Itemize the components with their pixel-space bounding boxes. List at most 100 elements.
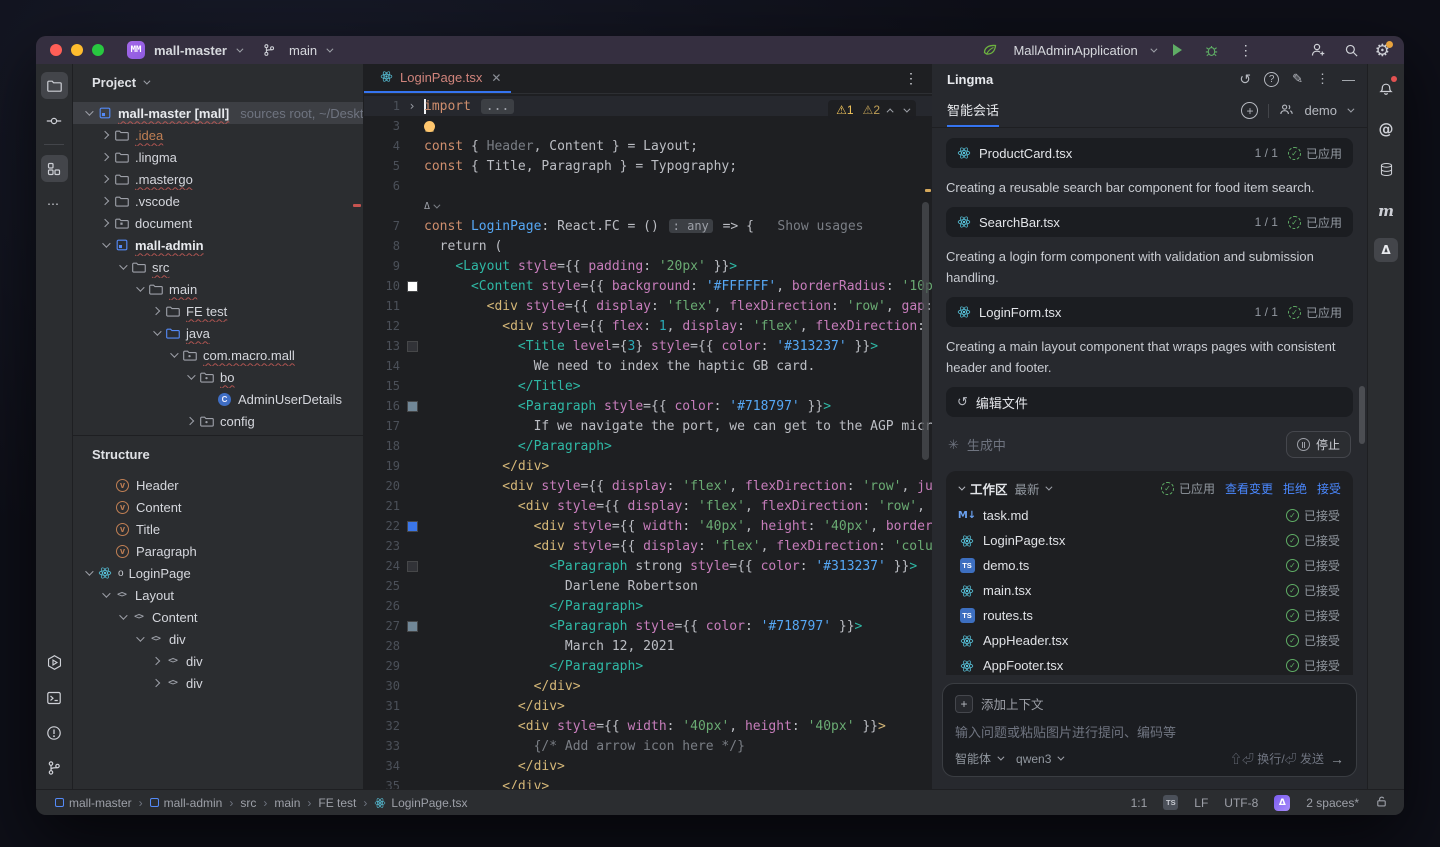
project-tool-icon[interactable] — [41, 72, 68, 99]
chevron-down-icon[interactable] — [85, 567, 93, 575]
code-line-25[interactable]: 25 Darlene Robertson — [364, 576, 932, 596]
search-icon[interactable] — [1341, 39, 1363, 61]
tree-item-div[interactable]: <>div — [73, 628, 363, 650]
debug-button[interactable] — [1201, 39, 1223, 61]
indent-setting[interactable]: 2 spaces* — [1306, 796, 1359, 810]
user-name[interactable]: demo — [1304, 103, 1337, 118]
tree-item-mall-master-mall[interactable]: mall-master [mall]sources root, ~/Deskto… — [73, 102, 363, 124]
chevron-down-icon[interactable] — [119, 261, 127, 269]
maximize-window-button[interactable] — [92, 44, 104, 56]
code-line-11[interactable]: 11 <div style={{ display: 'flex', flexDi… — [364, 296, 932, 316]
code-line-32[interactable]: 32 <div style={{ width: '40px', height: … — [364, 716, 932, 736]
notifications-bell-icon[interactable] — [1373, 74, 1400, 101]
code-line-6[interactable]: 6 — [364, 176, 932, 196]
chat-scrollbar-thumb[interactable] — [1359, 386, 1365, 444]
tree-item-config[interactable]: config — [73, 410, 363, 432]
lock-icon[interactable] — [1375, 795, 1388, 811]
project-view-chevron-icon[interactable] — [143, 77, 150, 84]
chevron-right-icon[interactable] — [101, 131, 109, 139]
services-tool-icon[interactable] — [41, 649, 68, 676]
color-swatch[interactable] — [408, 402, 417, 411]
structure-tool-icon[interactable] — [41, 155, 68, 182]
file-card-productcard-tsx[interactable]: ProductCard.tsx 1 / 1 ✓已应用 — [946, 138, 1353, 168]
breadcrumb-item-loginpage-tsx[interactable]: LoginPage.tsx — [374, 796, 467, 810]
tree-item-adminuserdetails[interactable]: CAdminUserDetails — [73, 388, 363, 410]
code-line-5[interactable]: 5const { Title, Paragraph } = Typography… — [364, 156, 932, 176]
code-line-19[interactable]: 19 </div> — [364, 456, 932, 476]
code-line-27[interactable]: 27 <Paragraph style={{ color: '#718797' … — [364, 616, 932, 636]
code-line-14[interactable]: 14 We need to index the haptic GB card. — [364, 356, 932, 376]
tree-item-mastergo[interactable]: .mastergo — [73, 168, 363, 190]
hide-panel-icon[interactable]: — — [1342, 72, 1355, 87]
tree-item-div[interactable]: <>div — [73, 650, 363, 672]
code-line-20[interactable]: 20 <div style={{ display: 'flex', flexDi… — [364, 476, 932, 496]
code-line-35[interactable]: 35 </div> — [364, 776, 932, 789]
more-tools-icon[interactable]: ⋯ — [41, 190, 68, 217]
code-line-28[interactable]: 28 March 12, 2021 — [364, 636, 932, 656]
chat-input-box[interactable]: + 添加上下文 输入问题或粘贴图片进行提问、编码等 智能体 qwen3 ⇧⏎ 换… — [942, 683, 1357, 777]
workspace-file-appfooter-tsx[interactable]: AppFooter.tsx✓已接受 — [946, 653, 1353, 675]
code-line-17[interactable]: 17 If we navigate the port, we can get t… — [364, 416, 932, 436]
model-selector[interactable]: qwen3 — [1016, 752, 1062, 766]
code-line-13[interactable]: 13 <Title level={3} style={{ color: '#31… — [364, 336, 932, 356]
add-context-button[interactable]: + 添加上下文 — [955, 694, 1344, 713]
chevron-down-icon[interactable] — [187, 371, 195, 379]
chevron-down-icon[interactable] — [153, 327, 161, 335]
editor-options-kebab-icon[interactable]: ⋮ — [900, 70, 922, 87]
code-line-9[interactable]: 9 <Layout style={{ padding: '20px' }}> — [364, 256, 932, 276]
close-tab-icon[interactable]: ✕ — [491, 71, 501, 85]
workspace-file-loginpage-tsx[interactable]: LoginPage.tsx✓已接受 — [946, 528, 1353, 553]
send-arrow-icon[interactable]: → — [1330, 751, 1344, 767]
tree-item-content[interactable]: vContent — [73, 496, 363, 518]
tree-item-vscode[interactable]: .vscode — [73, 190, 363, 212]
breadcrumb-item-mall-master[interactable]: mall-master — [55, 796, 132, 810]
intention-bulb-icon[interactable] — [424, 121, 435, 132]
code-line-16[interactable]: 16 <Paragraph style={{ color: '#718797' … — [364, 396, 932, 416]
tree-item-com-macro-mall[interactable]: com.macro.mall — [73, 344, 363, 366]
project-name[interactable]: mall-master — [154, 43, 227, 58]
line-ending[interactable]: LF — [1194, 796, 1208, 810]
tab-loginpage[interactable]: LoginPage.tsx ✕ — [364, 64, 511, 93]
action-card-edit-file[interactable]: ↺ 编辑文件 — [946, 387, 1353, 417]
user-chevron-icon[interactable] — [1347, 106, 1354, 113]
code-line-7[interactable]: 7const LoginPage: React.FC = () : any =>… — [364, 216, 932, 236]
code-line-24[interactable]: 24 <Paragraph strong style={{ color: '#3… — [364, 556, 932, 576]
chevron-right-icon[interactable] — [152, 657, 160, 665]
new-session-plus-icon[interactable]: + — [1241, 102, 1258, 119]
tree-item-layout[interactable]: <>Layout — [73, 584, 363, 606]
workspace-file-demo-ts[interactable]: TS demo.ts✓已接受 — [946, 553, 1353, 578]
file-encoding[interactable]: UTF-8 — [1224, 796, 1258, 810]
workspace-file-task-md[interactable]: M↓ task.md✓已接受 — [946, 503, 1353, 528]
lingma-status-icon[interactable]: Δ — [1274, 795, 1290, 811]
new-chat-edit-icon[interactable]: ✎ — [1292, 71, 1303, 87]
chevron-right-icon[interactable] — [101, 153, 109, 161]
workspace-filter[interactable]: 最新 — [1015, 479, 1050, 498]
breadcrumb-item-src[interactable]: src — [240, 796, 256, 810]
tree-item-fe-test[interactable]: FE test — [73, 300, 363, 322]
chat-input-placeholder[interactable]: 输入问题或粘贴图片进行提问、编码等 — [955, 722, 1344, 741]
tree-item-header[interactable]: vHeader — [73, 474, 363, 496]
branch-dropdown-chevron-icon[interactable] — [327, 45, 334, 52]
help-icon[interactable]: ? — [1264, 72, 1279, 87]
inspection-widget[interactable]: ⚠1 ⚠2 — [828, 100, 916, 120]
tree-item-paragraph[interactable]: vParagraph — [73, 540, 363, 562]
workspace-collapse-chevron-icon[interactable] — [958, 483, 965, 490]
chevron-right-icon[interactable] — [152, 307, 160, 315]
code-line-26[interactable]: 26 </Paragraph> — [364, 596, 932, 616]
chevron-down-icon[interactable] — [170, 349, 178, 357]
file-card-searchbar-tsx[interactable]: SearchBar.tsx 1 / 1 ✓已应用 — [946, 207, 1353, 237]
chevron-down-icon[interactable] — [102, 589, 110, 597]
run-button[interactable] — [1167, 39, 1189, 61]
chevron-right-icon[interactable] — [101, 175, 109, 183]
agent-selector[interactable]: 智能体 — [955, 750, 1002, 767]
workspace-file-appheader-tsx[interactable]: AppHeader.tsx✓已接受 — [946, 628, 1353, 653]
editor-scrollbar-thumb[interactable] — [922, 202, 929, 460]
fold-arrow-icon[interactable]: › — [408, 99, 415, 113]
add-user-icon[interactable] — [1307, 39, 1329, 61]
code-line-12[interactable]: 12 <div style={{ flex: 1, display: 'flex… — [364, 316, 932, 336]
file-card-loginform-tsx[interactable]: LoginForm.tsx 1 / 1 ✓已应用 — [946, 297, 1353, 327]
minimize-window-button[interactable] — [71, 44, 83, 56]
tree-item-document[interactable]: document — [73, 212, 363, 234]
reject-link[interactable]: 拒绝 — [1283, 480, 1307, 497]
tree-item-src[interactable]: src — [73, 256, 363, 278]
